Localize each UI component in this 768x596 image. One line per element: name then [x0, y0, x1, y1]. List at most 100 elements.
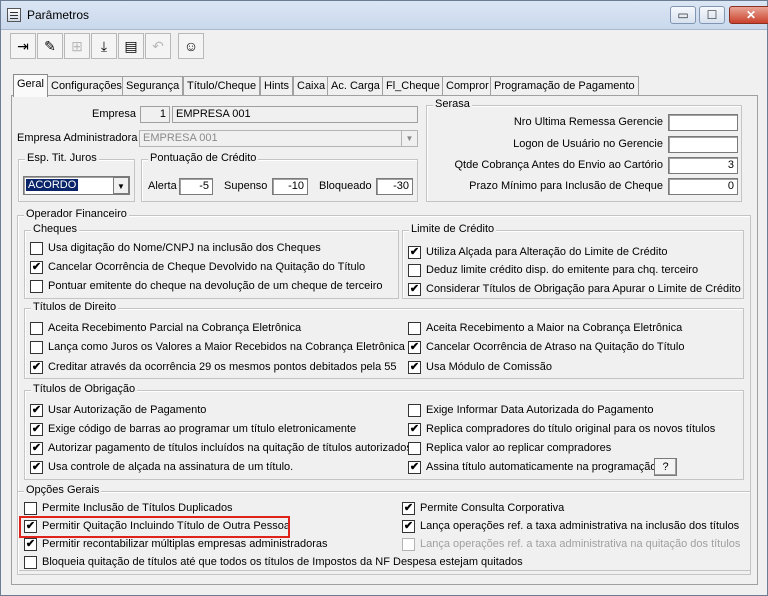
qtde-cobranca-field[interactable]: 3 — [668, 157, 738, 174]
opcoes-taxa-inclusao-label: Lança operações ref. a taxa administrati… — [420, 520, 740, 532]
cheques-cancelar-ocorrencia-label: Cancelar Ocorrência de Cheque Devolvido … — [48, 261, 366, 273]
cheques-pontuar-emitente-checkbox[interactable] — [30, 280, 43, 293]
opcoes-consulta-corporativa-checkbox[interactable]: ✔ — [402, 502, 415, 515]
tab-caixa[interactable]: Caixa — [293, 76, 330, 96]
tab-geral[interactable]: Geral — [13, 74, 48, 97]
bloqueado-field[interactable]: -30 — [376, 178, 413, 195]
empresa-name-field: EMPRESA 001 — [172, 106, 418, 123]
opcoes-bloqueia-quitacao-checkbox[interactable] — [24, 556, 37, 569]
obrigacao-exige-data-label: Exige Informar Data Autorizada do Pagame… — [426, 404, 654, 416]
cheques-cancelar-ocorrencia-checkbox[interactable]: ✔ — [30, 261, 43, 274]
obrigacao-help-button[interactable]: ? — [654, 458, 677, 476]
direito-cancelar-atraso-checkbox[interactable]: ✔ — [408, 341, 421, 354]
obrigacao-autorizar-pagamento-checkbox[interactable]: ✔ — [30, 442, 43, 455]
obrigacao-assina-titulo-checkbox[interactable]: ✔ — [408, 461, 421, 474]
opcoes-titulos-duplicados-label: Permite Inclusão de Títulos Duplicados — [42, 502, 233, 514]
opcoes-gerais-group: Opções Gerais Permite Inclusão de Título… — [17, 484, 751, 575]
direito-aceita-parcial-label: Aceita Recebimento Parcial na Cobrança E… — [48, 322, 302, 334]
logon-usuario-field[interactable] — [668, 136, 738, 153]
direito-cancelar-atraso-label: Cancelar Ocorrência de Atraso na Quitaçã… — [426, 341, 685, 353]
obrigacao-controle-alcada-checkbox[interactable]: ✔ — [30, 461, 43, 474]
tab-seguranca[interactable]: Segurança — [122, 76, 184, 96]
esp-tit-juros-value: ACORDO — [26, 179, 79, 191]
empresa-adm-combo: EMPRESA 001 ▼ — [139, 130, 418, 147]
prazo-minimo-field[interactable]: 0 — [668, 178, 738, 195]
nro-ultima-remessa-field[interactable] — [668, 114, 738, 131]
opcoes-recontabilizar-checkbox[interactable]: ✔ — [24, 538, 37, 551]
obrigacao-replica-valor-checkbox[interactable] — [408, 442, 421, 455]
direito-aceita-maior-checkbox[interactable] — [408, 322, 421, 335]
obrigacao-controle-alcada-label: Usa controle de alçada na assinatura de … — [48, 461, 294, 473]
pontuacao-title: Pontuação de Crédito — [148, 152, 259, 164]
save-download-icon[interactable]: ⤓ — [91, 33, 117, 59]
limite-utiliza-alcada-label: Utiliza Alçada para Alteração do Limite … — [426, 246, 668, 258]
obrigacao-usar-autorizacao-checkbox[interactable]: ✔ — [30, 404, 43, 417]
tab-panel-geral: Empresa 1 EMPRESA 001 Empresa Administra… — [11, 95, 758, 585]
obrigacao-exige-data-checkbox[interactable] — [408, 404, 421, 417]
tab-configuracoes[interactable]: Configurações — [47, 76, 126, 96]
tab-strip: Geral Configurações Segurança Título/Che… — [13, 74, 753, 97]
direito-lanca-juros-checkbox[interactable] — [30, 341, 43, 354]
obrigacao-assina-titulo-label: Assina título automaticamente na program… — [426, 461, 660, 473]
parametros-window: Parâmetros ▭ ☐ ✕ ⇥ ✎ ⊞ ⤓ ▤ ↶ ☺ Geral Con… — [0, 0, 768, 596]
tab-programacao-pagamento[interactable]: Programação de Pagamento — [490, 76, 639, 96]
obrigacao-replica-valor-label: Replica valor ao replicar compradores — [426, 442, 612, 454]
limite-deduz-label: Deduz limite crédito disp. do emitente p… — [426, 264, 699, 276]
alerta-field[interactable]: -5 — [179, 178, 213, 195]
limite-deduz-checkbox[interactable] — [408, 264, 421, 277]
supenso-field[interactable]: -10 — [272, 178, 308, 195]
empresa-label: Empresa — [92, 108, 137, 120]
eraser-icon[interactable]: ✎ — [37, 33, 63, 59]
chevron-down-icon[interactable]: ▼ — [113, 177, 129, 194]
opcoes-taxa-quitacao-checkbox — [402, 538, 415, 551]
tree-icon: ⊞ — [64, 33, 90, 59]
esp-tit-juros-combo[interactable]: ACORDO ▼ — [23, 176, 130, 195]
empresa-code-field: 1 — [140, 106, 170, 123]
undo-icon: ↶ — [145, 33, 171, 59]
qtde-cobranca-label: Qtde Cobrança Antes do Envio ao Cartório — [454, 159, 663, 171]
obrigacao-replica-compradores-checkbox[interactable]: ✔ — [408, 423, 421, 436]
obrigacao-replica-compradores-label: Replica compradores do título original p… — [426, 423, 716, 435]
close-button[interactable]: ✕ — [729, 6, 768, 24]
exit-door-icon[interactable]: ⇥ — [10, 33, 36, 59]
direito-modulo-comissao-label: Usa Módulo de Comissão — [426, 361, 552, 373]
window-title: Parâmetros — [27, 8, 90, 22]
tab-ac-carga[interactable]: Ac. Carga — [327, 76, 384, 96]
obrigacao-exige-codigo-label: Exige código de barras ao programar um t… — [48, 423, 357, 435]
esp-tit-juros-group: Esp. Tit. Juros ACORDO ▼ — [18, 152, 135, 202]
opcoes-taxa-quitacao-label: Lança operações ref. a taxa administrati… — [420, 538, 741, 550]
cheques-pontuar-emitente-label: Pontuar emitente do cheque na devolução … — [48, 280, 383, 292]
serasa-group: Serasa Nro Ultima Remessa Gerencie Logon… — [426, 98, 742, 202]
direito-creditar-checkbox[interactable]: ✔ — [30, 361, 43, 374]
highlight-box — [19, 516, 290, 538]
limite-considerar-label: Considerar Títulos de Obrigação para Apu… — [426, 283, 741, 295]
tab-titulo-cheque[interactable]: Título/Cheque — [183, 76, 261, 96]
limite-credito-title: Limite de Crédito — [409, 223, 497, 235]
opcoes-taxa-inclusao-checkbox[interactable]: ✔ — [402, 520, 415, 533]
limite-considerar-checkbox[interactable]: ✔ — [408, 283, 421, 296]
limite-utiliza-alcada-checkbox[interactable]: ✔ — [408, 246, 421, 259]
minimize-button[interactable]: ▭ — [670, 6, 696, 24]
tab-compror[interactable]: Compror — [442, 76, 493, 96]
bloqueado-label: Bloqueado — [319, 180, 372, 192]
titulos-direito-group: Títulos de Direito Aceita Recebimento Pa… — [24, 301, 744, 379]
cheques-title: Cheques — [31, 223, 80, 235]
tab-hints[interactable]: Hints — [260, 76, 294, 96]
print-icon[interactable]: ▤ — [118, 33, 144, 59]
direito-aceita-parcial-checkbox[interactable] — [30, 322, 43, 335]
cheques-nome-cnpj-checkbox[interactable] — [30, 242, 43, 255]
empresa-adm-value: EMPRESA 001 — [143, 132, 218, 144]
direito-modulo-comissao-checkbox[interactable]: ✔ — [408, 361, 421, 374]
tab-fl-cheque[interactable]: Fl_Cheque — [382, 76, 444, 96]
opcoes-bloqueia-quitacao-label: Bloqueia quitação de títulos até que tod… — [42, 556, 523, 568]
obrigacao-exige-codigo-checkbox[interactable]: ✔ — [30, 423, 43, 436]
opcoes-titulos-duplicados-checkbox[interactable] — [24, 502, 37, 515]
cheques-group: Cheques Usa digitação do Nome/CNPJ na in… — [24, 223, 399, 299]
esp-tit-juros-title: Esp. Tit. Juros — [25, 152, 99, 164]
opcoes-recontabilizar-label: Permitir recontabilizar múltiplas empres… — [42, 538, 328, 550]
maximize-button[interactable]: ☐ — [699, 6, 725, 24]
titulos-direito-title: Títulos de Direito — [31, 301, 119, 313]
titulos-obrigacao-title: Títulos de Obrigação — [31, 383, 138, 395]
user-icon[interactable]: ☺ — [178, 33, 204, 59]
limite-credito-group: Limite de Crédito ✔ Utiliza Alçada para … — [402, 223, 744, 299]
